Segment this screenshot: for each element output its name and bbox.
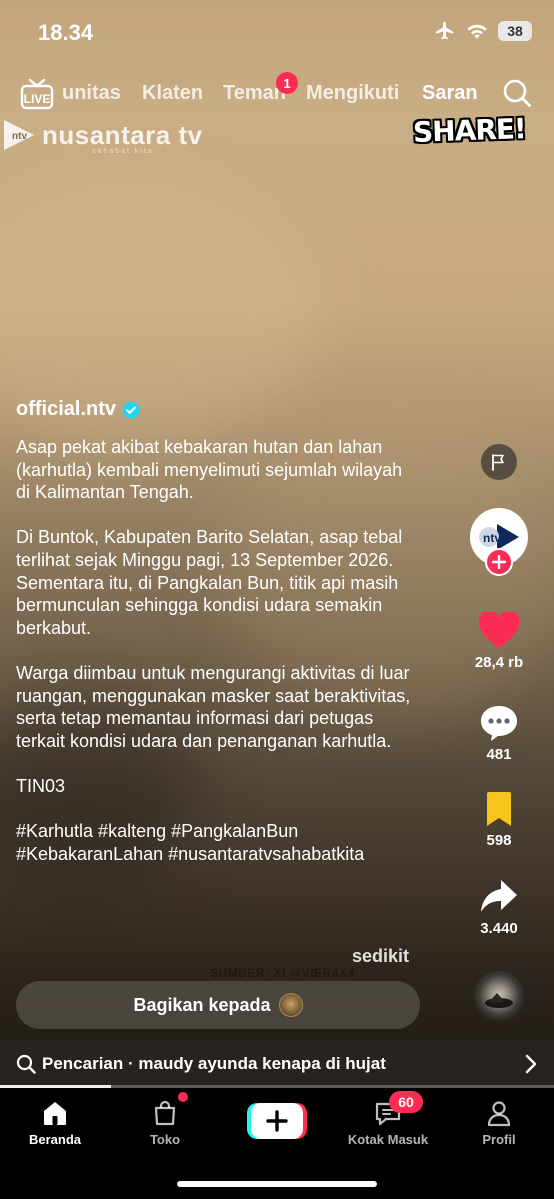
nav-shop[interactable]: Toko: [110, 1098, 220, 1147]
caption-paragraph: Asap pekat akibat kebakaran hutan dan la…: [16, 437, 403, 503]
video-background[interactable]: 18.34 38 LIVE unitas Klaten Teman Mengik…: [0, 0, 554, 1199]
nav-home-label: Beranda: [28, 1132, 82, 1147]
save-count: 598: [486, 832, 512, 849]
comment-icon[interactable]: [479, 704, 519, 742]
share-arrow-icon[interactable]: [479, 878, 519, 916]
creator-item[interactable]: ntv: [444, 508, 554, 576]
channel-watermark: ntv nusantara tv sahabat kita: [2, 118, 203, 155]
bookmark-icon[interactable]: [484, 790, 514, 828]
follow-button[interactable]: [485, 548, 513, 576]
search-suggestion-text: Pencarian · maudy ayunda kenapa di hujat: [42, 1054, 386, 1073]
creator-avatar[interactable]: ntv: [470, 508, 528, 576]
tab-klaten[interactable]: Klaten: [142, 82, 203, 105]
status-bar: 18.34 38: [0, 0, 554, 64]
shopping-bag-icon: [154, 1100, 176, 1126]
airplane-icon: [435, 21, 454, 40]
friends-badge: 1: [276, 72, 298, 94]
show-less-link[interactable]: sedikit: [352, 946, 409, 967]
verified-icon: [122, 401, 140, 418]
share-to-bar[interactable]: Bagikan kepada: [16, 981, 420, 1029]
comment-count: 481: [486, 746, 512, 763]
chevron-right-icon: [525, 1054, 537, 1074]
music-item[interactable]: [444, 968, 554, 1022]
home-icon: [44, 1102, 66, 1125]
nav-profile-label: Profil: [482, 1132, 516, 1147]
username-text[interactable]: official.ntv: [16, 398, 116, 421]
share-bar-label: Bagikan kepada: [133, 994, 271, 1015]
music-disc-icon[interactable]: [472, 968, 526, 1022]
share-sticker: SHARE!: [412, 112, 527, 149]
caption-hashtags[interactable]: #Karhutla #kalteng #PangkalanBun #Kebaka…: [16, 820, 421, 865]
live-icon[interactable]: LIVE: [20, 78, 54, 115]
like-item[interactable]: 28,4 rb: [444, 612, 554, 671]
heart-icon[interactable]: [478, 612, 520, 650]
ntv-logo-icon: ntv: [4, 120, 34, 150]
battery-indicator: 38: [498, 21, 532, 41]
wifi-icon: [467, 24, 487, 39]
inbox-badge: 60: [389, 1091, 423, 1113]
plus-icon: [492, 555, 506, 569]
search-icon: [16, 1054, 36, 1074]
status-time: 18.34: [38, 20, 94, 45]
nav-shop-label: Toko: [149, 1132, 181, 1147]
share-count: 3.440: [480, 920, 518, 937]
tab-komunitas[interactable]: unitas: [62, 82, 121, 105]
search-suggestion-bar[interactable]: Pencarian · maudy ayunda kenapa di hujat: [0, 1040, 554, 1088]
report-button[interactable]: [481, 444, 517, 480]
nav-profile[interactable]: Profil: [444, 1098, 554, 1147]
comment-item[interactable]: 481: [444, 704, 554, 763]
create-plus-icon: [251, 1103, 303, 1139]
post-caption[interactable]: Asap pekat akibat kebakaran hutan dan la…: [16, 436, 421, 865]
caption-paragraph: Di Buntok, Kabupaten Barito Selatan, asa…: [16, 527, 403, 638]
tab-saran[interactable]: Saran: [422, 82, 478, 105]
search-icon[interactable]: [502, 78, 532, 113]
like-count: 28,4 rb: [474, 654, 524, 671]
report-item[interactable]: [444, 444, 554, 480]
shop-notification-dot: [178, 1092, 188, 1102]
nav-inbox-label: Kotak Masuk: [347, 1132, 429, 1147]
caption-paragraph: TIN03: [16, 775, 66, 796]
profile-icon: [487, 1101, 511, 1127]
channel-watermark-sub: sahabat kita: [92, 148, 154, 155]
caption-paragraph: Warga diimbau untuk mengurangi aktivitas…: [16, 662, 411, 751]
source-watermark: SUMBER: X/ @VIER4X4: [210, 966, 355, 980]
create-button[interactable]: [247, 1103, 307, 1139]
share-item[interactable]: 3.440: [444, 878, 554, 937]
nav-home[interactable]: Beranda: [0, 1098, 110, 1147]
share-contact-avatar: [278, 993, 303, 1017]
save-item[interactable]: 598: [444, 790, 554, 849]
status-icons: 38: [434, 20, 532, 42]
nav-inbox[interactable]: Kotak Masuk: [333, 1098, 443, 1147]
music-disc-art: [485, 993, 513, 1008]
flag-icon: [492, 454, 504, 471]
tab-mengikuti[interactable]: Mengikuti: [306, 82, 399, 105]
live-label: LIVE: [24, 92, 51, 106]
ntv-logo-badge-text: ntv: [12, 131, 27, 142]
channel-watermark-text: nusantara tv: [42, 119, 203, 150]
post-username[interactable]: official.ntv: [16, 398, 140, 421]
home-indicator: [177, 1181, 377, 1187]
creator-avatar-text: ntv: [483, 531, 501, 545]
